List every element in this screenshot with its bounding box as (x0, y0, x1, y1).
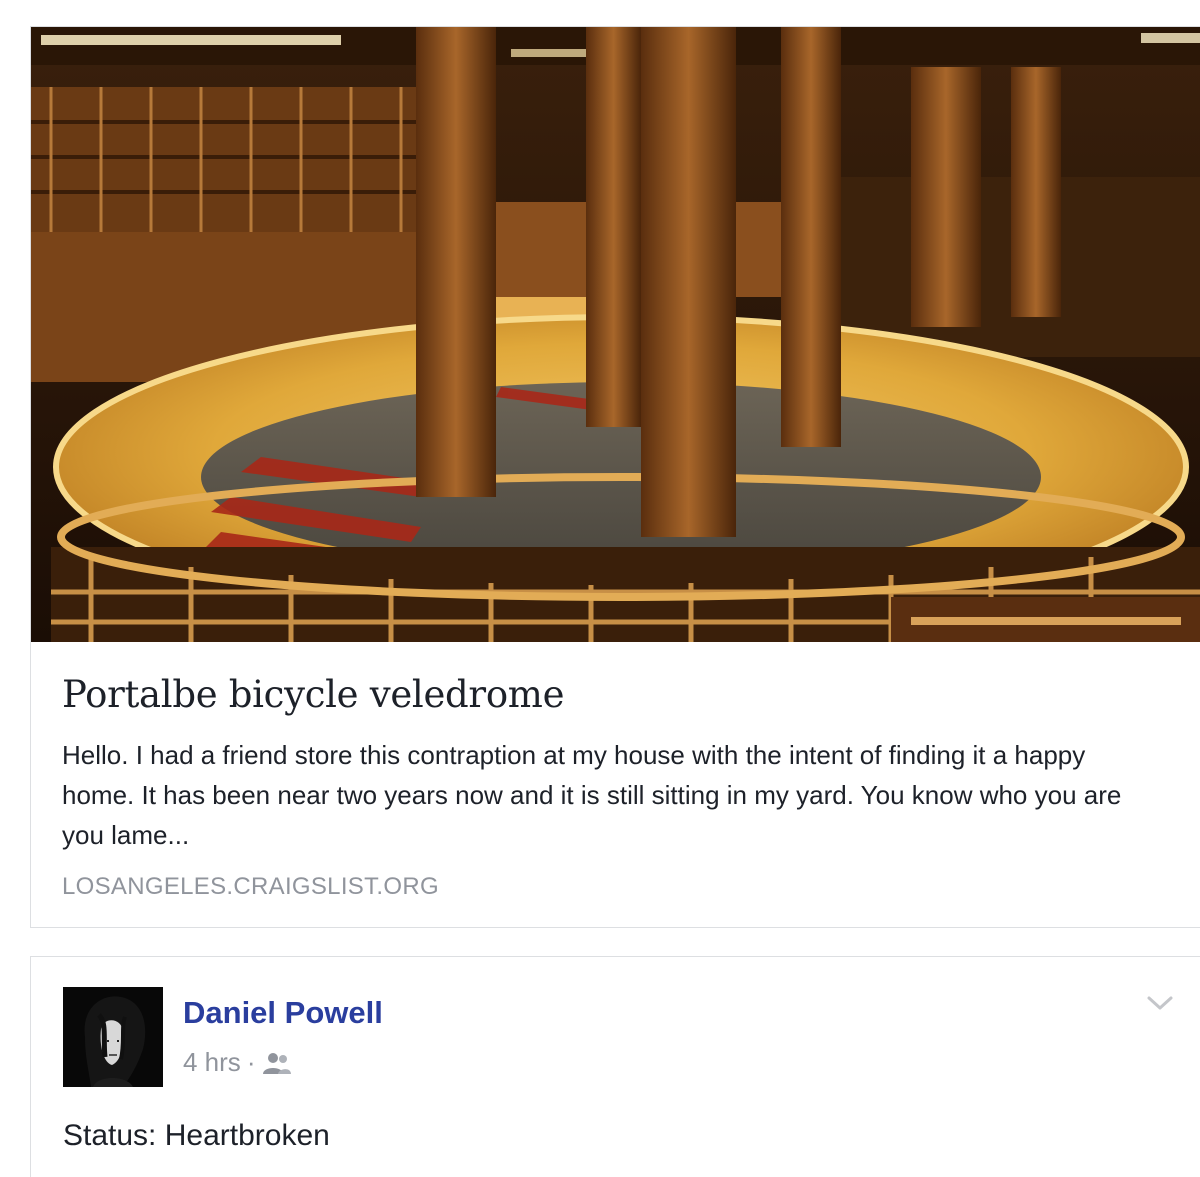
friends-icon[interactable] (261, 1050, 293, 1076)
link-preview-card[interactable]: Portalbe bicycle veledrome Hello. I had … (30, 26, 1200, 928)
link-domain[interactable]: LOSANGELES.CRAIGSLIST.ORG (62, 873, 439, 901)
status-post-card: Daniel Powell 4 hrs · Status: Heartbroke… (30, 956, 1200, 1177)
post-status-text: Status: Heartbroken (63, 1119, 330, 1152)
post-meta: 4 hrs · (183, 1047, 293, 1078)
meta-separator: · (246, 1047, 256, 1077)
link-preview-image[interactable] (31, 27, 1200, 642)
chevron-down-icon[interactable] (1146, 993, 1174, 1013)
feed: Portalbe bicycle veledrome Hello. I had … (0, 0, 1200, 1177)
link-title[interactable]: Portalbe bicycle veledrome (62, 673, 564, 716)
avatar[interactable] (63, 987, 163, 1087)
post-timestamp[interactable]: 4 hrs (183, 1047, 241, 1078)
author-name-link[interactable]: Daniel Powell (183, 995, 383, 1031)
link-description: Hello. I had a friend store this contrap… (62, 740, 1122, 850)
